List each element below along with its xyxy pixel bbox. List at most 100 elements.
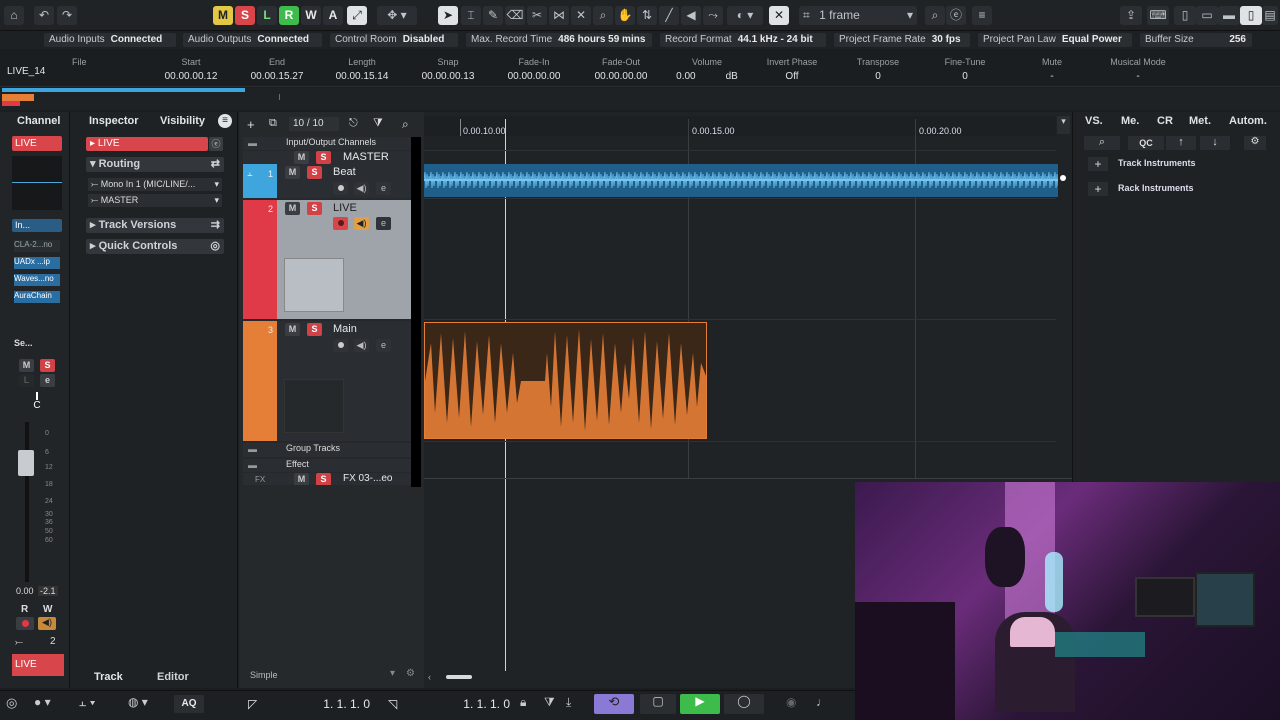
- layout-lower-zone-icon[interactable]: ▭: [1196, 6, 1218, 25]
- color-menu-icon[interactable]: ◐ ▾: [727, 6, 763, 25]
- folder-track-effect[interactable]: ▬ Effect: [243, 459, 412, 472]
- nudge-icon[interactable]: ✥ ▾: [377, 6, 417, 25]
- volume-readout[interactable]: 0.00: [16, 586, 34, 596]
- channel-read-button[interactable]: R: [21, 604, 28, 615]
- grid-type-dropdown[interactable]: ⌗ 1 frame ▾: [799, 6, 917, 25]
- right-locator[interactable]: ◹ 1. 1. 1. 0: [384, 695, 514, 713]
- info-transpose[interactable]: Transpose 0: [836, 53, 920, 87]
- lock-icon[interactable]: 🔒︎: [520, 695, 526, 710]
- pan-control[interactable]: C: [27, 392, 47, 412]
- search-icon[interactable]: ⌕: [402, 117, 409, 132]
- status-audio-outputs[interactable]: Audio Outputs Connected: [183, 33, 322, 47]
- autoscroll-icon[interactable]: ⤢: [347, 6, 367, 25]
- tab-editor[interactable]: Editor: [157, 671, 189, 683]
- home-icon[interactable]: ⌂: [4, 6, 24, 25]
- folder-track-groups[interactable]: ▬ Group Tracks: [243, 443, 412, 457]
- tab-meter[interactable]: Met.: [1189, 115, 1211, 127]
- automation-mode-button[interactable]: A: [323, 6, 343, 25]
- export-icon[interactable]: ⇪: [1120, 6, 1142, 25]
- mute-button[interactable]: M: [294, 151, 309, 164]
- info-start[interactable]: Start 00.00.00.12: [150, 53, 232, 87]
- snap-on-off-icon[interactable]: ✕: [769, 6, 789, 25]
- left-locator[interactable]: ◸ 1. 1. 1. 0: [244, 695, 374, 713]
- eq-curve-display[interactable]: [12, 156, 62, 210]
- status-max-record-time[interactable]: Max. Record Time 486 hours 59 mins: [466, 33, 652, 47]
- sends-section[interactable]: Se...: [14, 338, 62, 350]
- folder-track-io[interactable]: ▬ Input/Output Channels: [243, 137, 412, 150]
- punch-out-icon[interactable]: ⤓: [566, 695, 571, 710]
- channel-write-button[interactable]: W: [43, 604, 52, 615]
- monitor-button[interactable]: ◀): [354, 182, 369, 195]
- channel-mute-button[interactable]: M: [19, 359, 34, 372]
- horizontal-scrollbar[interactable]: [446, 675, 472, 679]
- mute-all-button[interactable]: M: [213, 6, 233, 25]
- tab-channel[interactable]: Channel: [17, 115, 60, 127]
- mute-button[interactable]: M: [285, 202, 300, 215]
- solo-button[interactable]: S: [307, 202, 322, 215]
- chevron-down-icon[interactable]: ▾: [390, 668, 395, 679]
- monitor-button[interactable]: ◀): [354, 217, 369, 230]
- record-mode-icon[interactable]: ● ▾: [34, 695, 51, 709]
- channel-edit-button[interactable]: e: [40, 374, 55, 387]
- layout-transport-icon[interactable]: ▬: [1218, 6, 1240, 25]
- tab-media[interactable]: Me.: [1121, 115, 1139, 127]
- mute-button[interactable]: M: [285, 166, 300, 179]
- qc-button[interactable]: QC: [1128, 136, 1164, 150]
- solo-all-button[interactable]: S: [235, 6, 255, 25]
- layout-left-zone-icon[interactable]: ▯: [1174, 6, 1196, 25]
- auto-quantize-button[interactable]: AQ: [174, 695, 204, 713]
- status-record-format[interactable]: Record Format 44.1 kHz - 24 bit: [660, 33, 826, 47]
- channel-name-bottom[interactable]: LIVE: [12, 654, 64, 676]
- status-buffer-size[interactable]: Buffer Size 256: [1140, 33, 1252, 47]
- object-selection-tool-icon[interactable]: ➤: [438, 6, 458, 25]
- keyboard-icon[interactable]: ⌨: [1147, 6, 1169, 25]
- edit-channel-button[interactable]: e: [376, 339, 391, 352]
- record-enable-button[interactable]: [333, 217, 348, 230]
- tab-visibility[interactable]: Visibility: [160, 115, 205, 127]
- status-frame-rate[interactable]: Project Frame Rate 30 fps: [834, 33, 970, 47]
- filter-icon[interactable]: ⧩: [373, 117, 383, 130]
- tab-automation[interactable]: Autom.: [1229, 115, 1267, 127]
- record-button[interactable]: ◯: [724, 694, 764, 714]
- add-icon[interactable]: +: [1088, 182, 1108, 196]
- input-routing-dropdown[interactable]: ⤚ Mono In 1 (MIC/LINE/... ▾: [88, 178, 222, 191]
- comp-tool-icon[interactable]: ⇅: [637, 6, 657, 25]
- track-presets-icon[interactable]: ⧉: [269, 117, 277, 130]
- read-automation-button[interactable]: R: [279, 6, 299, 25]
- record-enable-button[interactable]: [333, 182, 348, 195]
- monitor-button[interactable]: ◀): [38, 617, 56, 630]
- inserts-section[interactable]: In...: [12, 219, 62, 232]
- track-row-live[interactable]: 2 M S LIVE ◀) e: [243, 200, 412, 319]
- info-musical-mode[interactable]: Musical Mode -: [1096, 53, 1180, 87]
- tab-track[interactable]: Track: [94, 671, 123, 683]
- info-file[interactable]: File LIVE_14: [4, 53, 146, 87]
- insert-slot[interactable]: Waves...no: [14, 274, 60, 286]
- add-icon[interactable]: +: [1088, 157, 1108, 171]
- inspector-menu-icon[interactable]: ≡: [218, 114, 232, 128]
- mute-button[interactable]: M: [294, 473, 309, 485]
- edit-channel-button[interactable]: e: [376, 182, 391, 195]
- mute-tool-icon[interactable]: ✕: [571, 6, 591, 25]
- zoom-tool-icon[interactable]: ⌕: [593, 6, 613, 25]
- track-versions-section[interactable]: ▸ Track Versions ⇉: [86, 218, 224, 233]
- solo-button[interactable]: S: [307, 323, 322, 336]
- undo-icon[interactable]: ↶: [34, 6, 54, 25]
- split-tool-icon[interactable]: ✂: [527, 6, 547, 25]
- insert-slot[interactable]: CLA-2...no: [14, 240, 60, 252]
- monitor-button[interactable]: ◀): [354, 339, 369, 352]
- track-list-mode[interactable]: Simple: [250, 670, 278, 680]
- add-track-icon[interactable]: +: [247, 117, 263, 132]
- punch-in-icon[interactable]: ⧩: [544, 695, 555, 710]
- tab-control-room[interactable]: CR: [1157, 115, 1173, 127]
- cycle-button[interactable]: ⟲: [594, 694, 634, 714]
- click-icon[interactable]: ◉: [786, 695, 796, 709]
- quick-controls-section[interactable]: ▸ Quick Controls ◎: [86, 239, 224, 254]
- record-enable-button[interactable]: [16, 617, 34, 630]
- status-control-room[interactable]: Control Room Disabled: [330, 33, 458, 47]
- track-row-fx[interactable]: FX M S FX 03-...eo: [243, 473, 412, 485]
- audio-event-main[interactable]: [424, 322, 707, 439]
- listen-button[interactable]: L: [257, 6, 277, 25]
- gear-icon[interactable]: ⚙: [1244, 136, 1266, 150]
- activity-icon[interactable]: ◎: [6, 695, 17, 711]
- arrow-up-icon[interactable]: ↑: [1166, 136, 1196, 150]
